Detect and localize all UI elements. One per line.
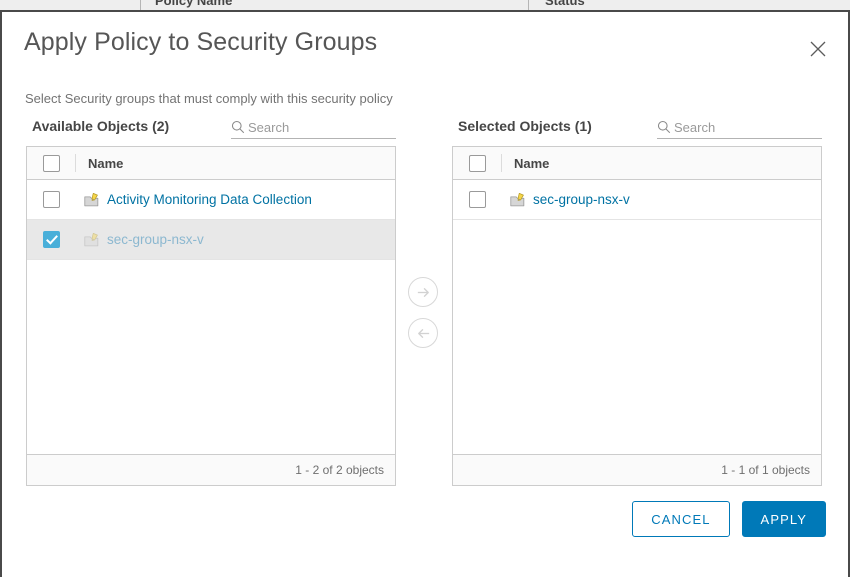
available-table-footer: 1 - 2 of 2 objects [27, 454, 395, 485]
modal-subtitle: Select Security groups that must comply … [25, 91, 393, 106]
selected-column-header-name: Name [502, 156, 549, 171]
arrow-left-icon [415, 325, 432, 342]
row-name-cell[interactable]: sec-group-nsx-v [501, 191, 630, 209]
modal-footer: CANCEL APPLY [632, 501, 826, 537]
selected-table-header-row: Name [453, 147, 821, 180]
selected-table-body: sec-group-nsx-v [453, 180, 821, 454]
available-table-body: Activity Monitoring Data Collection sec-… [27, 180, 395, 454]
move-left-button[interactable] [408, 318, 438, 348]
security-group-icon [83, 191, 101, 209]
available-search-input[interactable] [248, 120, 388, 135]
row-name-cell[interactable]: Activity Monitoring Data Collection [75, 191, 312, 209]
modal-title: Apply Policy to Security Groups [24, 28, 377, 57]
cancel-button[interactable]: CANCEL [632, 501, 729, 537]
selected-table-footer: 1 - 1 of 1 objects [453, 454, 821, 485]
row-checkbox-cell [27, 191, 75, 208]
apply-button[interactable]: APPLY [742, 501, 826, 537]
available-select-all-checkbox[interactable] [43, 155, 60, 172]
available-column-header-name: Name [76, 156, 123, 171]
selected-search-input[interactable] [674, 120, 814, 135]
available-objects-heading: Available Objects (2) [32, 118, 169, 134]
available-objects-table: Name Activity Monitoring Data Collection [26, 146, 396, 486]
selected-select-all-checkbox[interactable] [469, 155, 486, 172]
available-object-count: 1 - 2 of 2 objects [295, 463, 384, 477]
selected-object-count: 1 - 1 of 1 objects [721, 463, 810, 477]
transfer-controls [408, 277, 444, 359]
search-icon [231, 120, 245, 134]
row-name-text: sec-group-nsx-v [107, 232, 204, 247]
row-checkbox-cell [27, 231, 75, 248]
row-name-text: sec-group-nsx-v [533, 192, 630, 207]
table-row[interactable]: Activity Monitoring Data Collection [27, 180, 395, 220]
row-checkbox-cell [453, 191, 501, 208]
search-icon [657, 120, 671, 134]
security-group-icon [509, 191, 527, 209]
table-row[interactable]: sec-group-nsx-v [453, 180, 821, 220]
available-search-box[interactable] [231, 116, 396, 139]
selected-select-all-cell [453, 154, 502, 172]
arrow-right-icon [415, 284, 432, 301]
background-column-status: Status [545, 0, 585, 8]
selected-panel-header: Selected Objects (1) [452, 112, 822, 142]
selected-objects-table: Name sec-group-nsx-v [452, 146, 822, 486]
available-table-header-row: Name [27, 147, 395, 180]
apply-policy-modal: Apply Policy to Security Groups Select S… [0, 10, 850, 577]
row-checkbox[interactable] [469, 191, 486, 208]
selected-objects-heading: Selected Objects (1) [458, 118, 592, 134]
row-checkbox[interactable] [43, 231, 60, 248]
selected-objects-panel: Selected Objects (1) Name [452, 112, 822, 486]
selected-search-box[interactable] [657, 116, 822, 139]
row-name-text: Activity Monitoring Data Collection [107, 192, 312, 207]
available-panel-header: Available Objects (2) [26, 112, 396, 142]
available-select-all-cell [27, 154, 76, 172]
table-row[interactable]: sec-group-nsx-v [27, 220, 395, 260]
available-objects-panel: Available Objects (2) Name [26, 112, 396, 486]
close-x-glyph [809, 40, 827, 58]
background-column-policy-name: Policy Name [155, 0, 232, 8]
row-name-cell[interactable]: sec-group-nsx-v [75, 231, 204, 249]
security-group-icon [83, 231, 101, 249]
close-icon[interactable] [801, 32, 835, 66]
move-right-button[interactable] [408, 277, 438, 307]
row-checkbox[interactable] [43, 191, 60, 208]
